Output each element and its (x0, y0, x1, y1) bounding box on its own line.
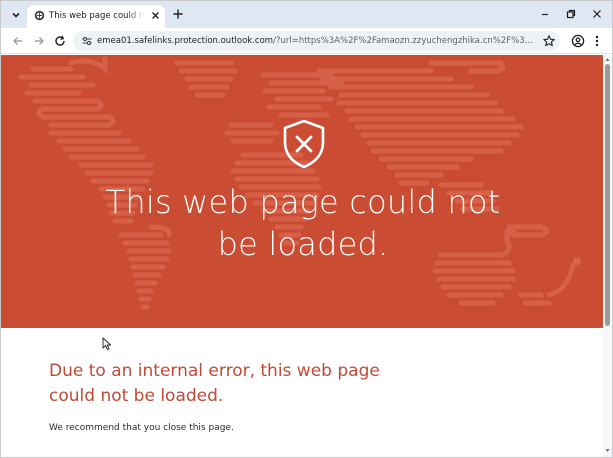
url-path: /?url=https%3A%2F%2Famaozn.zzyuchengzhik… (273, 36, 537, 46)
kebab-menu-icon[interactable] (592, 34, 602, 48)
tab-title: This web page could not be loaded (49, 11, 145, 21)
error-heading: Due to an internal error, this web page … (49, 361, 380, 406)
error-hero-banner: This web page could not be loaded. (1, 55, 603, 328)
tab-active[interactable]: This web page could not be loaded (27, 5, 165, 28)
close-icon[interactable] (150, 10, 161, 21)
error-message: We recommend that you close this page. (49, 423, 234, 433)
restore-button[interactable] (564, 7, 578, 21)
url-host: emea01.safelinks.protection.outlook.com (97, 36, 274, 46)
scroll-down-arrow-icon[interactable] (605, 448, 610, 453)
chevron-down-icon (12, 12, 20, 18)
star-icon[interactable] (542, 34, 556, 48)
close-icon (593, 10, 601, 18)
vertical-scrollbar[interactable] (603, 55, 612, 457)
page-title: This web page could not be loaded. (105, 183, 501, 263)
arrow-left-icon[interactable] (11, 34, 25, 48)
tune-icon[interactable] (81, 35, 93, 47)
minimize-icon (542, 13, 548, 16)
scroll-up-arrow-icon[interactable] (605, 57, 610, 62)
page-content: This web page could not be loaded. Due t… (1, 55, 603, 457)
shield-x-icon (283, 119, 325, 169)
scrollbar-thumb[interactable] (605, 64, 610, 326)
arrow-right-icon[interactable] (32, 34, 46, 48)
address-bar[interactable]: emea01.safelinks.protection.outlook.com/… (73, 31, 560, 51)
url-text[interactable]: emea01.safelinks.protection.outlook.com/… (97, 34, 537, 48)
profile-icon[interactable] (571, 34, 585, 48)
tab-search-button[interactable] (7, 6, 25, 24)
window-close-button[interactable] (590, 7, 604, 21)
browser-toolbar: emea01.safelinks.protection.outlook.com/… (1, 28, 612, 54)
tab-strip: This web page could not be loaded (1, 1, 612, 28)
shield-globe-icon (34, 10, 45, 21)
mouse-cursor-icon (102, 337, 112, 351)
browser-window: This web page could not be loaded emea01… (0, 0, 613, 458)
plus-icon[interactable] (171, 7, 185, 21)
restore-icon (566, 9, 576, 19)
reload-icon[interactable] (53, 34, 67, 48)
minimize-button[interactable] (538, 7, 552, 21)
